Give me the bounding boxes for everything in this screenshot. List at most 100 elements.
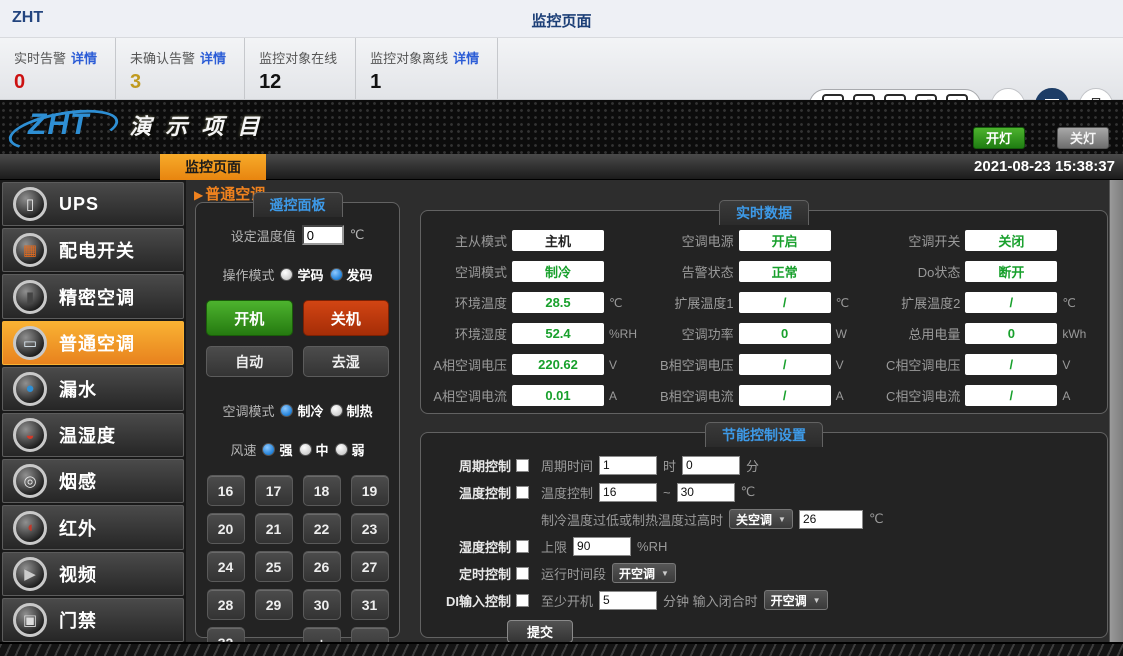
temp-max-input[interactable] bbox=[677, 483, 735, 502]
field-phase-a-amp: A相空调电流0.01A bbox=[421, 380, 648, 411]
humidity-max-input[interactable] bbox=[573, 537, 631, 556]
keypad-19[interactable]: 19 bbox=[351, 475, 389, 506]
light-off-button[interactable]: 关灯 bbox=[1057, 127, 1109, 149]
energy-settings-panel: 节能控制设置 周期控制周期时间时分温度控制温度控制~℃制冷温度过低或制热温度过高… bbox=[420, 432, 1108, 638]
cycle-control-checkbox[interactable] bbox=[516, 459, 529, 472]
tab-monitor-page[interactable]: 监控页面 bbox=[160, 154, 266, 180]
keypad-27[interactable]: 27 bbox=[351, 551, 389, 582]
field-phase-c-volt: C相空调电压/V bbox=[874, 349, 1101, 380]
sidebar-item-video[interactable]: ▶视频 bbox=[2, 552, 184, 596]
light-on-button[interactable]: 开灯 bbox=[973, 127, 1025, 149]
keypad-23[interactable]: 23 bbox=[351, 513, 389, 544]
checkbox-label: 湿度控制 bbox=[459, 537, 511, 556]
field-unit: kWh bbox=[1062, 327, 1086, 341]
field-unit: V bbox=[836, 358, 844, 372]
sidebar-item-ac[interactable]: ▭普通空调 bbox=[2, 321, 184, 365]
cycle-minutes-input[interactable] bbox=[682, 456, 740, 475]
power-on-button[interactable]: 开机 bbox=[206, 300, 293, 336]
sidebar-item-temp-humidity[interactable]: ◒温湿度 bbox=[2, 413, 184, 457]
radio-fan-strong[interactable] bbox=[262, 443, 275, 456]
overtemp-value-input[interactable] bbox=[799, 510, 863, 529]
sidebar-item-ups[interactable]: ▯UPS bbox=[2, 182, 184, 226]
keypad-24[interactable]: 24 bbox=[207, 551, 245, 582]
field-ac-switch: 空调开关关闭 bbox=[874, 225, 1101, 256]
keypad-28[interactable]: 28 bbox=[207, 589, 245, 620]
sidebar-item-label: 配电开关 bbox=[59, 237, 135, 263]
stat-detail-link[interactable]: 详情 bbox=[200, 51, 226, 66]
keypad-18[interactable]: 18 bbox=[303, 475, 341, 506]
radio-label: 弱 bbox=[352, 440, 365, 459]
stat-detail-link[interactable]: 详情 bbox=[453, 51, 479, 66]
door-access-icon: ▣ bbox=[13, 603, 47, 637]
stat-value: 0 bbox=[14, 71, 97, 94]
dehumidify-button[interactable]: 去湿 bbox=[303, 346, 390, 377]
radio-learn-code[interactable] bbox=[280, 268, 293, 281]
submit-button[interactable]: 提交 bbox=[507, 620, 573, 643]
remote-control-panel: 遥控面板 设定温度值 ℃ 操作模式 学码发码 开机 关机 自动 去湿 空调模式 … bbox=[195, 202, 400, 638]
temp-min-input[interactable] bbox=[599, 483, 657, 502]
top-header: ZHT 监控页面 bbox=[0, 0, 1123, 38]
zht-logo: ZHT bbox=[14, 108, 103, 142]
auto-button[interactable]: 自动 bbox=[206, 346, 293, 377]
field-label: 告警状态 bbox=[648, 262, 734, 281]
sidebar-item-label: UPS bbox=[59, 194, 99, 215]
temp-control-checkbox[interactable] bbox=[516, 486, 529, 499]
keypad-30[interactable]: 30 bbox=[303, 589, 341, 620]
field-ext-temp1: 扩展温度1/℃ bbox=[648, 287, 875, 318]
inline-label: 制冷温度过低或制热温度过高时 bbox=[541, 510, 723, 529]
stat-detail-link[interactable]: 详情 bbox=[71, 51, 97, 66]
field-label: C相空调电流 bbox=[874, 386, 960, 405]
power-off-button[interactable]: 关机 bbox=[303, 300, 390, 336]
smoke-icon: ◎ bbox=[13, 464, 47, 498]
field-value: 正常 bbox=[739, 261, 831, 282]
energy-row-overtemp-action: 制冷温度过低或制热温度过高时关空调▼℃ bbox=[437, 507, 1107, 531]
keypad-16[interactable]: 16 bbox=[207, 475, 245, 506]
overtemp-action-select[interactable]: 关空调▼ bbox=[729, 509, 793, 529]
keypad-21[interactable]: 21 bbox=[255, 513, 293, 544]
humidity-control-checkbox[interactable] bbox=[516, 540, 529, 553]
keypad-25[interactable]: 25 bbox=[255, 551, 293, 582]
checkbox-label: 周期控制 bbox=[459, 456, 511, 475]
keypad-26[interactable]: 26 bbox=[303, 551, 341, 582]
field-label: 主从模式 bbox=[421, 231, 507, 250]
sidebar-item-breaker[interactable]: ▦ 配电开关 bbox=[2, 228, 184, 272]
keypad-20[interactable]: 20 bbox=[207, 513, 245, 544]
field-ac-power: 空调电源开启 bbox=[648, 225, 875, 256]
sidebar-item-precision-ac[interactable]: ▮精密空调 bbox=[2, 274, 184, 318]
field-value: 制冷 bbox=[512, 261, 604, 282]
sidebar-item-water-leak[interactable]: ●漏水 bbox=[2, 367, 184, 411]
timer-control-checkbox[interactable] bbox=[516, 567, 529, 580]
run-period-select[interactable]: 开空调▼ bbox=[612, 563, 676, 583]
stat-label: 实时告警详情 bbox=[14, 48, 97, 67]
sidebar-item-smoke[interactable]: ◎烟感 bbox=[2, 459, 184, 503]
keypad-29[interactable]: 29 bbox=[255, 589, 293, 620]
radio-fan-weak[interactable] bbox=[335, 443, 348, 456]
di-close-action-select[interactable]: 开空调▼ bbox=[764, 590, 828, 610]
cycle-hours-input[interactable] bbox=[599, 456, 657, 475]
radio-send-code[interactable] bbox=[330, 268, 343, 281]
field-master-mode: 主从模式主机 bbox=[421, 225, 648, 256]
field-unit: ℃ bbox=[1062, 296, 1075, 310]
keypad-22[interactable]: 22 bbox=[303, 513, 341, 544]
keypad-17[interactable]: 17 bbox=[255, 475, 293, 506]
radio-fan-medium[interactable] bbox=[299, 443, 312, 456]
field-label: A相空调电压 bbox=[421, 355, 507, 374]
inline-label: %RH bbox=[637, 539, 667, 554]
min-runtime-input[interactable] bbox=[599, 591, 657, 610]
scrollbar[interactable] bbox=[1109, 180, 1123, 642]
radio-cool[interactable] bbox=[280, 404, 293, 417]
radio-heat[interactable] bbox=[330, 404, 343, 417]
field-alarm-status: 告警状态正常 bbox=[648, 256, 875, 287]
sidebar-item-door-access[interactable]: ▣门禁 bbox=[2, 598, 184, 642]
stats-bar: 实时告警详情0未确认告警详情3监控对象在线12监控对象离线详情1 ⌂1:1↔⤢⚙… bbox=[0, 38, 1123, 100]
inline-label: 周期时间 bbox=[541, 456, 593, 475]
set-temp-input[interactable] bbox=[302, 225, 344, 245]
keypad-31[interactable]: 31 bbox=[351, 589, 389, 620]
field-env-temp: 环境温度28.5℃ bbox=[421, 287, 648, 318]
di-input-control-checkbox[interactable] bbox=[516, 594, 529, 607]
sidebar-item-infrared[interactable]: ◖红外 bbox=[2, 505, 184, 549]
breaker-icon: ▦ bbox=[13, 233, 47, 267]
sidebar-item-label: 视频 bbox=[59, 561, 97, 587]
radio-option-fan-weak: 弱 bbox=[335, 440, 365, 459]
field-unit: A bbox=[836, 389, 844, 403]
